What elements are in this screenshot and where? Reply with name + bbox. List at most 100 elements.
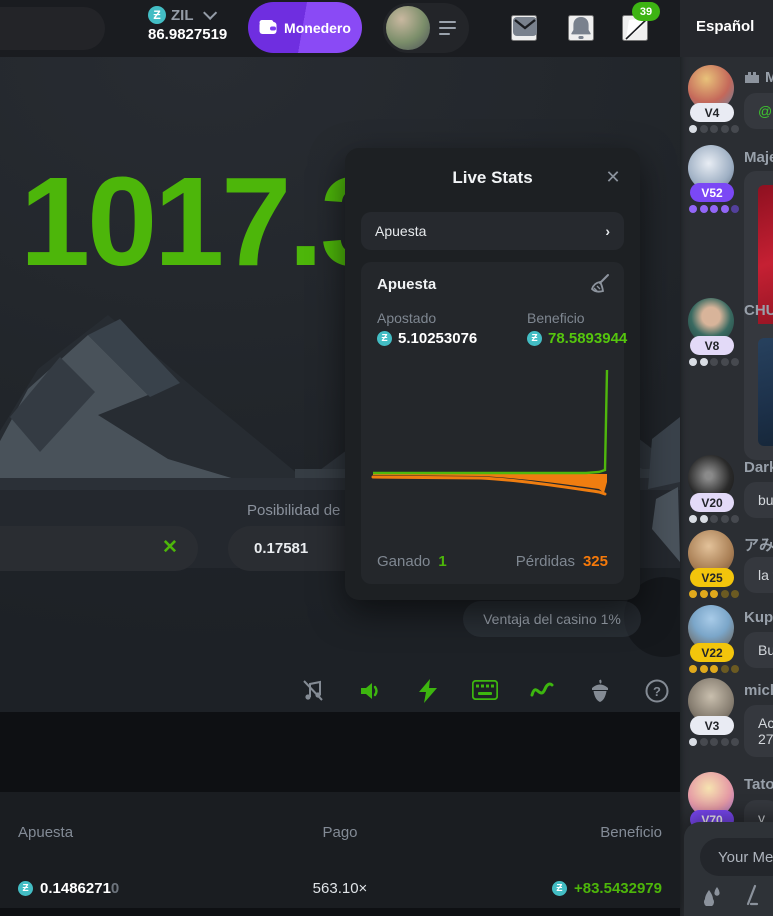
game-toolbar: ? xyxy=(300,669,670,714)
chevron-down-icon xyxy=(203,6,217,20)
profit-label: Beneficio xyxy=(527,310,585,326)
username[interactable]: Mi xyxy=(744,69,773,86)
message-bubble[interactable]: Ac 27 xyxy=(744,705,773,757)
win-chance-label: Posibilidad de xyxy=(247,502,340,519)
notifications-button[interactable] xyxy=(568,15,594,41)
reset-stats-button[interactable] xyxy=(586,272,612,298)
losses-label: Pérdidas xyxy=(516,553,575,570)
live-stats-title: Live Stats xyxy=(345,168,640,188)
mention-text: @ xyxy=(758,103,772,119)
keyboard-icon xyxy=(472,680,498,700)
menu-icon xyxy=(439,17,456,39)
broom-icon xyxy=(588,273,610,295)
rain-drops-icon xyxy=(701,884,723,906)
hotkeys-button[interactable] xyxy=(472,679,498,705)
vip-badge: V4 xyxy=(690,103,734,122)
vip-badge: V52 xyxy=(690,183,734,202)
username[interactable]: アみユ xyxy=(744,534,773,555)
chat-header: Español xyxy=(680,0,773,57)
music-off-button[interactable] xyxy=(300,679,326,705)
message-bubble[interactable]: la t xyxy=(744,557,773,593)
music-off-icon xyxy=(301,679,325,703)
bet-amount-cell: Ƶ 0.14862710 xyxy=(18,880,233,897)
vip-badge: V22 xyxy=(690,643,734,662)
bet-summary-panel: Apuesta Pago Beneficio Ƶ 0.14862710 563.… xyxy=(0,792,680,908)
wins-label: Ganado xyxy=(377,553,430,570)
profile-menu[interactable] xyxy=(383,3,469,53)
seed-button[interactable] xyxy=(587,679,613,705)
chat-input-panel xyxy=(684,822,773,916)
turbo-button[interactable] xyxy=(415,679,441,705)
username[interactable]: Dark xyxy=(744,459,773,476)
avatar[interactable] xyxy=(386,6,430,50)
chat-image[interactable] xyxy=(758,338,773,446)
medal-dots xyxy=(689,665,739,673)
close-button[interactable]: ✕ xyxy=(600,164,626,190)
divider xyxy=(0,908,680,916)
mail-button[interactable] xyxy=(511,15,537,41)
live-stats-button[interactable] xyxy=(529,679,555,705)
wallet-balance: 86.9827519 xyxy=(148,26,243,43)
wallet-button[interactable]: Monedero xyxy=(248,2,362,53)
vip-badge: V20 xyxy=(690,493,734,512)
medal-dots xyxy=(689,125,739,133)
zil-coin-icon: Ƶ xyxy=(552,881,567,896)
username[interactable]: Kupa xyxy=(744,609,773,626)
wagered-label: Apostado xyxy=(377,310,436,326)
notification-count-badge: 39 xyxy=(632,2,660,21)
house-edge-pill[interactable]: Ventaja del casino 1% xyxy=(463,601,641,637)
currency-selector[interactable]: Ƶ ZIL 86.9827519 xyxy=(148,6,243,51)
vip-badge: V3 xyxy=(690,716,734,735)
chat-room-selector[interactable]: Español xyxy=(696,18,754,35)
stats-card-title: Apuesta xyxy=(377,276,436,293)
win-chance-value: 0.17581 xyxy=(254,540,308,557)
profit-value: 78.5893944 xyxy=(548,330,627,347)
zil-coin-icon: Ƶ xyxy=(18,881,33,896)
username[interactable]: Tato_ xyxy=(744,776,773,793)
payout-cell: 563.10× xyxy=(233,880,447,897)
vip-badge: V25 xyxy=(690,568,734,587)
lightning-icon xyxy=(417,679,439,703)
username[interactable]: Maje xyxy=(744,149,773,166)
username[interactable]: mich xyxy=(744,682,773,699)
wins-count: 1 xyxy=(438,553,446,570)
wallet-icon xyxy=(259,20,277,35)
chat-message-input[interactable] xyxy=(700,838,773,876)
stats-card: Apuesta Apostado Ƶ 5.10253076 Beneficio … xyxy=(361,262,624,584)
medal-dots xyxy=(689,205,739,213)
stats-mode-selector[interactable]: Apuesta › xyxy=(361,212,624,250)
payout-input[interactable]: ✕ xyxy=(0,526,198,571)
vip-badge: V8 xyxy=(690,336,734,355)
message-bubble[interactable]: @ xyxy=(744,93,773,129)
slash-command-icon xyxy=(741,884,763,906)
profit-cell: Ƶ +83.5432979 xyxy=(447,880,662,897)
svg-text:?: ? xyxy=(653,684,661,699)
clear-input-button[interactable]: ✕ xyxy=(160,538,180,558)
user-flair-icon xyxy=(744,71,760,84)
message-bubble[interactable]: Bu xyxy=(744,632,773,668)
username[interactable]: CHUZ xyxy=(744,302,773,319)
medal-dots xyxy=(689,590,739,598)
mail-icon xyxy=(513,17,537,36)
search-bar[interactable] xyxy=(0,7,105,50)
message-bubble[interactable] xyxy=(744,324,773,460)
help-button[interactable]: ? xyxy=(644,679,670,705)
medal-dots xyxy=(689,358,739,366)
sound-icon xyxy=(358,679,382,703)
live-stats-panel: Live Stats ✕ Apuesta › Apuesta Apostado … xyxy=(345,148,640,600)
losses-count: 325 xyxy=(583,553,608,570)
zil-coin-icon: Ƶ xyxy=(148,6,166,24)
currency-code: ZIL xyxy=(171,7,194,24)
rain-button[interactable] xyxy=(700,884,724,908)
bell-icon xyxy=(570,17,592,40)
medal-dots xyxy=(689,738,739,746)
wins-losses-row: Ganado 1 Pérdidas 325 xyxy=(377,553,608,570)
chevron-right-icon: › xyxy=(605,223,610,239)
chat-rules-button[interactable] xyxy=(740,884,764,908)
profit-sparkline-chart xyxy=(371,362,614,522)
sound-button[interactable] xyxy=(357,679,383,705)
column-header-bet: Apuesta xyxy=(18,824,233,841)
zil-coin-icon: Ƶ xyxy=(527,331,542,346)
medal-dots xyxy=(689,515,739,523)
message-bubble[interactable]: bu xyxy=(744,482,773,518)
